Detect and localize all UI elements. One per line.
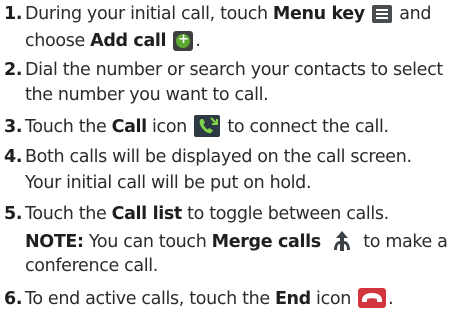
step-1-continued: choose Add call +. <box>4 29 471 54</box>
step-6: 6. To end active calls, touch the End ico… <box>4 287 470 312</box>
step-text: . <box>388 289 394 309</box>
step-number: 3. <box>4 117 23 137</box>
step-text: choose <box>25 31 91 51</box>
end-call-icon <box>358 288 387 308</box>
step-text: During your initial call, touch <box>25 4 273 24</box>
call-list-label: Call list <box>111 204 183 224</box>
step-number: 4. <box>4 147 23 167</box>
step-text: to connect the call. <box>222 117 389 137</box>
step-text: . <box>195 31 201 51</box>
add-call-icon: + <box>173 31 194 51</box>
instruction-steps: 1. During your initial call, touch Menu k… <box>0 0 471 323</box>
step-1: 1. During your initial call, touch Menu k… <box>4 2 470 27</box>
step-number: 1. <box>4 4 23 24</box>
menu-icon <box>372 5 393 23</box>
call-label: Call <box>111 117 148 137</box>
step-text: You can touch <box>83 232 212 252</box>
step-4-continued: Your initial call will be put on hold. <box>4 171 471 196</box>
step-text: Your initial call will be put on hold. <box>25 173 312 193</box>
step-text: Both calls will be displayed on the call… <box>25 147 412 167</box>
step-text: the number you want to call. <box>25 85 269 105</box>
step-5-continued: conference call. <box>4 254 471 279</box>
step-text: to make a <box>358 232 448 252</box>
step-number: 5. <box>4 204 23 224</box>
merge-calls-label: Merge calls <box>211 232 322 252</box>
step-3: 3. Touch the Call icon to connect the cal… <box>4 115 470 140</box>
note-label: NOTE: <box>25 232 84 252</box>
step-text: Dial the number or search your contacts … <box>25 60 443 80</box>
step-5-note: NOTE: You can touch Merge calls to make … <box>4 229 471 255</box>
step-number: 6. <box>4 289 23 309</box>
step-5: 5. Touch the Call list to toggle between … <box>4 202 470 227</box>
step-2-continued: the number you want to call. <box>4 83 471 108</box>
step-text: Touch the <box>25 117 112 137</box>
step-text: to toggle between calls. <box>181 204 389 224</box>
step-text: and <box>394 4 432 24</box>
step-4: 4. Both calls will be displayed on the ca… <box>4 145 470 170</box>
step-text: To end active calls, touch the <box>25 289 275 309</box>
step-text: Touch the <box>25 204 112 224</box>
merge-calls-icon <box>328 229 357 253</box>
call-icon <box>194 115 221 137</box>
add-call-label: Add call <box>90 31 167 51</box>
step-text: conference call. <box>25 256 158 276</box>
end-label: End <box>274 289 311 309</box>
step-text: icon <box>310 289 351 309</box>
step-text: icon <box>146 117 187 137</box>
menu-key-label: Menu key <box>272 4 365 24</box>
step-2: 2. Dial the number or search your contact… <box>4 58 470 83</box>
step-number: 2. <box>4 60 23 80</box>
